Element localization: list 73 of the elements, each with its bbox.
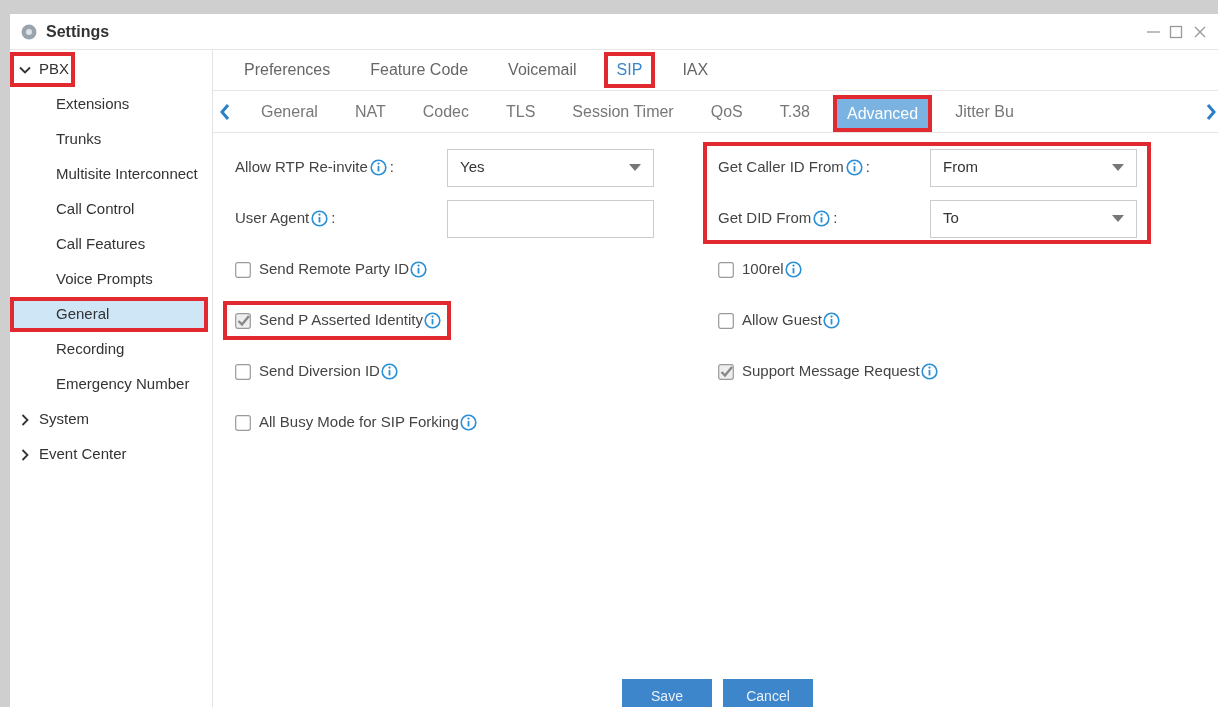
sidebar-group[interactable]: System	[10, 402, 95, 437]
checkbox[interactable]	[235, 363, 251, 380]
window-title: Settings	[46, 21, 110, 42]
chevron-left-icon	[219, 103, 231, 121]
cancel-button[interactable]: Cancel	[723, 679, 813, 707]
tab[interactable]: QoS	[696, 91, 757, 132]
caret-down-icon	[1112, 215, 1124, 222]
sidebar-group[interactable]: PBX	[10, 52, 75, 87]
sidebar-item[interactable]: Extensions	[10, 87, 212, 122]
info-icon	[813, 210, 831, 227]
field-label: Allow RTP Re-invite	[235, 157, 368, 178]
checkbox-label: All Busy Mode for SIP Forking	[259, 412, 459, 433]
checkbox-label: Send Diversion ID	[259, 361, 380, 382]
sidebar-item[interactable]: Call Features	[10, 227, 212, 262]
colon-label: :	[331, 208, 336, 229]
sidebar-item[interactable]: Recording	[10, 332, 212, 367]
input-field[interactable]	[447, 199, 654, 238]
minimize-icon	[1147, 30, 1160, 33]
checkbox-label: 100rel	[742, 259, 784, 280]
info-icon	[823, 312, 841, 329]
tab[interactable]: General	[247, 91, 332, 132]
colon-label: :	[865, 157, 871, 178]
tab[interactable]: Jitter Bu	[941, 91, 1028, 132]
info-icon	[311, 210, 329, 227]
tab[interactable]: IAX	[669, 52, 722, 88]
info-icon	[920, 363, 938, 380]
tab[interactable]: SIP	[603, 52, 656, 88]
colon-label: :	[833, 208, 838, 229]
select-field[interactable]: From	[930, 148, 1137, 187]
info-icon	[424, 312, 441, 329]
sidebar-item[interactable]: General	[10, 297, 208, 332]
sidebar-group[interactable]: Event Center	[10, 437, 133, 472]
checkbox[interactable]	[718, 363, 734, 380]
sidebar-item[interactable]: Trunks	[10, 122, 212, 157]
tab[interactable]: Codec	[408, 91, 483, 132]
checkbox-label: Allow Guest	[742, 310, 823, 331]
checkbox[interactable]	[718, 261, 734, 278]
checkbox[interactable]	[235, 414, 251, 431]
chevron-right-icon	[1205, 103, 1217, 121]
info-icon	[784, 261, 802, 278]
tab[interactable]: Session Timer	[558, 91, 688, 132]
field-label: Get DID From	[718, 208, 812, 229]
colon-label: :	[389, 157, 394, 178]
info-icon	[845, 159, 863, 176]
sidebar-item[interactable]: Call Control	[10, 192, 212, 227]
info-icon	[410, 261, 428, 278]
sidebar-item[interactable]: Voice Prompts	[10, 262, 212, 297]
tab[interactable]: Voicemail	[495, 52, 590, 88]
gear-icon	[20, 22, 38, 41]
checkbox[interactable]	[235, 312, 251, 329]
checkbox[interactable]	[718, 312, 734, 329]
tab[interactable]: TLS	[492, 91, 550, 132]
checkbox-label: Support Message Request	[742, 361, 920, 382]
select-field[interactable]: To	[930, 199, 1137, 238]
select-field[interactable]: Yes	[447, 148, 654, 187]
maximize-icon	[1168, 23, 1184, 40]
tab[interactable]: T.38	[765, 91, 824, 132]
tab[interactable]: Preferences	[231, 52, 344, 88]
sidebar-item[interactable]: Multisite Interconnect	[10, 157, 212, 192]
tab[interactable]: Feature Code	[357, 52, 482, 88]
tab[interactable]: NAT	[340, 91, 400, 132]
save-button[interactable]: Save	[622, 679, 712, 707]
field-label: User Agent	[235, 208, 310, 229]
field-label: Get Caller ID From	[718, 157, 844, 178]
caret-down-icon	[629, 164, 641, 171]
info-icon	[380, 363, 398, 380]
caret-down-icon	[1112, 164, 1124, 171]
checkbox-label: Send Remote Party ID	[259, 259, 410, 280]
info-icon	[369, 159, 387, 176]
checkbox[interactable]	[235, 261, 251, 278]
sidebar-item[interactable]: Emergency Number	[10, 367, 212, 402]
checkbox-label: Send P Asserted Identity	[259, 310, 423, 331]
info-icon	[459, 414, 477, 431]
